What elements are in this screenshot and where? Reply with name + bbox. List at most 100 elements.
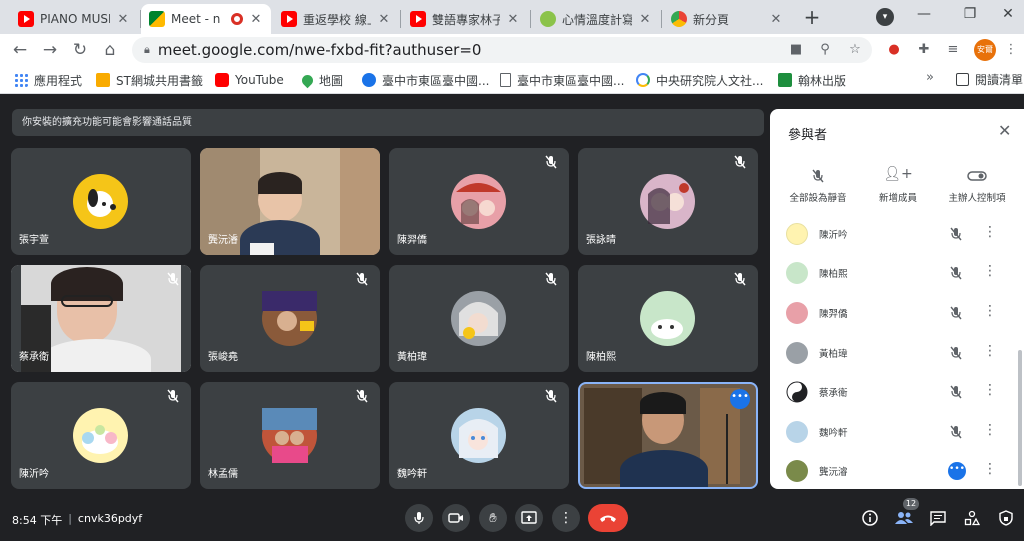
lock-icon[interactable]: 🔒︎ bbox=[144, 43, 150, 57]
participant-row[interactable]: 龔沅濬 ••• ⋮ bbox=[770, 452, 1024, 489]
participant-row[interactable]: 魏吟軒 ⋮ bbox=[770, 413, 1024, 451]
back-icon[interactable]: ← bbox=[8, 38, 32, 62]
bookmark-academia[interactable]: 中央研究院人文社... bbox=[636, 71, 763, 89]
bookmark-hanlin[interactable]: 翰林出版 bbox=[778, 71, 846, 89]
more-options-icon[interactable]: ⋮ bbox=[983, 382, 997, 398]
activities-button[interactable] bbox=[961, 507, 983, 529]
participant-tile[interactable]: 黃柏瑋 bbox=[389, 265, 569, 372]
participant-row[interactable]: 陳羿僑 ⋮ bbox=[770, 294, 1024, 332]
chat-button[interactable] bbox=[927, 507, 949, 529]
close-icon[interactable]: ✕ bbox=[116, 12, 130, 27]
host-controls-button[interactable]: 主辦人控制項 bbox=[937, 166, 1017, 204]
media-control-icon[interactable]: ≡ bbox=[944, 41, 962, 59]
bookmarks-overflow-button[interactable]: » bbox=[926, 70, 934, 85]
extensions-puzzle-icon[interactable]: ✚ bbox=[915, 41, 933, 59]
forward-icon[interactable]: → bbox=[38, 38, 62, 62]
meeting-details-button[interactable] bbox=[859, 507, 881, 529]
more-options-icon[interactable]: ⋮ bbox=[983, 343, 997, 359]
participant-tile[interactable]: 張詠晴 bbox=[578, 148, 758, 255]
participant-tile[interactable]: 張峻堯 bbox=[200, 265, 380, 372]
new-tab-button[interactable]: + bbox=[800, 6, 824, 30]
participant-name: 陳沂吟 bbox=[19, 469, 49, 480]
browser-tab-1[interactable]: PIANO MUSI ✕ bbox=[10, 4, 138, 34]
close-icon[interactable]: ✕ bbox=[638, 12, 652, 27]
bookmark-star-icon[interactable]: ☆ bbox=[846, 41, 864, 59]
participant-row[interactable]: 陳沂吟 ⋮ bbox=[770, 215, 1024, 253]
mute-all-button[interactable]: 全部設為靜音 bbox=[778, 166, 858, 204]
participant-tile[interactable]: 林孟儒 bbox=[200, 382, 380, 489]
mic-off-icon[interactable] bbox=[949, 306, 963, 320]
leave-call-button[interactable] bbox=[588, 504, 628, 532]
mic-off-icon[interactable] bbox=[949, 346, 963, 360]
camera-permission-icon[interactable]: ■ bbox=[787, 41, 805, 59]
mic-off-icon bbox=[545, 155, 557, 169]
browser-tab-2[interactable]: Meet - n ✕ bbox=[141, 4, 271, 34]
menu-kebab-icon[interactable]: ⋮ bbox=[1002, 41, 1020, 59]
participant-video-tile[interactable]: 蔡承衛 bbox=[11, 265, 191, 372]
close-icon[interactable]: ✕ bbox=[249, 12, 263, 27]
bookmark-apps[interactable]: 應用程式 bbox=[14, 71, 82, 89]
person-hair bbox=[258, 172, 302, 194]
maximize-icon[interactable]: ❐ bbox=[958, 6, 982, 26]
microphone-button[interactable] bbox=[405, 504, 433, 532]
close-icon[interactable]: ✕ bbox=[506, 12, 520, 27]
present-screen-button[interactable] bbox=[515, 504, 543, 532]
toggle-icon bbox=[967, 171, 987, 181]
document-icon bbox=[500, 73, 511, 87]
participant-row[interactable]: 黃柏瑋 ⋮ bbox=[770, 334, 1024, 372]
participant-tile[interactable]: 陳羿僑 bbox=[389, 148, 569, 255]
bookmark-school-2[interactable]: 臺中市東區臺中國... bbox=[500, 71, 624, 89]
close-icon[interactable]: ✕ bbox=[769, 12, 783, 27]
participant-video-tile[interactable]: 龔沅濬 bbox=[200, 148, 380, 255]
bookmark-youtube[interactable]: YouTube bbox=[215, 71, 284, 89]
more-options-icon[interactable]: ⋮ bbox=[983, 303, 997, 319]
bookmark-folder[interactable]: ST網城共用書籤 bbox=[96, 71, 203, 89]
mic-off-icon[interactable] bbox=[949, 385, 963, 399]
camera-icon bbox=[448, 513, 463, 523]
more-options-icon[interactable]: ⋮ bbox=[983, 224, 997, 240]
avatar bbox=[786, 342, 808, 364]
host-controls-button[interactable] bbox=[995, 507, 1017, 529]
browser-tab-3[interactable]: 重返學校 線上 ✕ bbox=[273, 4, 399, 34]
more-options-icon[interactable]: ⋮ bbox=[983, 422, 997, 438]
participant-row[interactable]: 陳柏熙 ⋮ bbox=[770, 254, 1024, 292]
window-close-icon[interactable]: ✕ bbox=[996, 6, 1020, 26]
participant-tile[interactable]: 陳柏熙 bbox=[578, 265, 758, 372]
mic-off-icon[interactable] bbox=[949, 227, 963, 241]
home-icon[interactable]: ⌂ bbox=[98, 38, 122, 62]
browser-tab-6[interactable]: 新分頁 ✕ bbox=[663, 4, 791, 34]
more-options-icon[interactable]: ⋮ bbox=[983, 263, 997, 279]
participant-tile[interactable]: 張宇萱 bbox=[11, 148, 191, 255]
participant-tile[interactable]: 魏吟軒 bbox=[389, 382, 569, 489]
self-video-tile[interactable]: ••• bbox=[578, 382, 758, 489]
mic-off-icon[interactable] bbox=[949, 425, 963, 439]
reading-list-label: 閱讀清單 bbox=[975, 73, 1024, 87]
minimize-icon[interactable]: — bbox=[912, 6, 936, 26]
panel-scrollbar[interactable] bbox=[1018, 350, 1022, 486]
more-options-icon[interactable]: ⋮ bbox=[983, 461, 997, 477]
raise-hand-button[interactable]: ✋︎ bbox=[479, 504, 507, 532]
reading-list-button[interactable]: 閱讀清單 bbox=[956, 71, 1023, 88]
more-options-button[interactable]: ⋮ bbox=[552, 504, 580, 532]
browser-tab-5[interactable]: 心情溫度計寫 ✕ bbox=[532, 4, 660, 34]
browser-tab-4[interactable]: 雙語專家林子 ✕ bbox=[402, 4, 528, 34]
tile-options-button[interactable]: ••• bbox=[730, 389, 750, 409]
paper-sheet bbox=[250, 243, 274, 255]
close-icon[interactable]: ✕ bbox=[998, 121, 1011, 140]
close-icon[interactable]: ✕ bbox=[377, 12, 391, 27]
profile-avatar[interactable]: 安爾 bbox=[974, 39, 996, 61]
url-bar[interactable]: 🔒︎ meet.google.com/nwe-fxbd-fit?authuser… bbox=[132, 37, 872, 63]
participant-row[interactable]: 蔡承衛 ⋮ bbox=[770, 373, 1024, 411]
camera-button[interactable] bbox=[442, 504, 470, 532]
participant-tile[interactable]: 陳沂吟 bbox=[11, 382, 191, 489]
extension-apple-icon[interactable]: ● bbox=[885, 41, 903, 59]
zoom-icon[interactable]: ⚲ bbox=[816, 41, 834, 59]
bookmark-maps[interactable]: 地圖 bbox=[299, 71, 343, 89]
people-button[interactable] bbox=[893, 507, 915, 529]
tab-search-icon[interactable]: ▾ bbox=[876, 8, 894, 26]
add-people-button[interactable]: 👤︎+ 新增成員 bbox=[858, 166, 938, 204]
reload-icon[interactable]: ↻ bbox=[68, 38, 92, 62]
bookmark-school-1[interactable]: 臺中市東區臺中國... bbox=[362, 71, 489, 89]
hang-up-icon bbox=[600, 515, 616, 522]
mic-off-icon[interactable] bbox=[949, 266, 963, 280]
